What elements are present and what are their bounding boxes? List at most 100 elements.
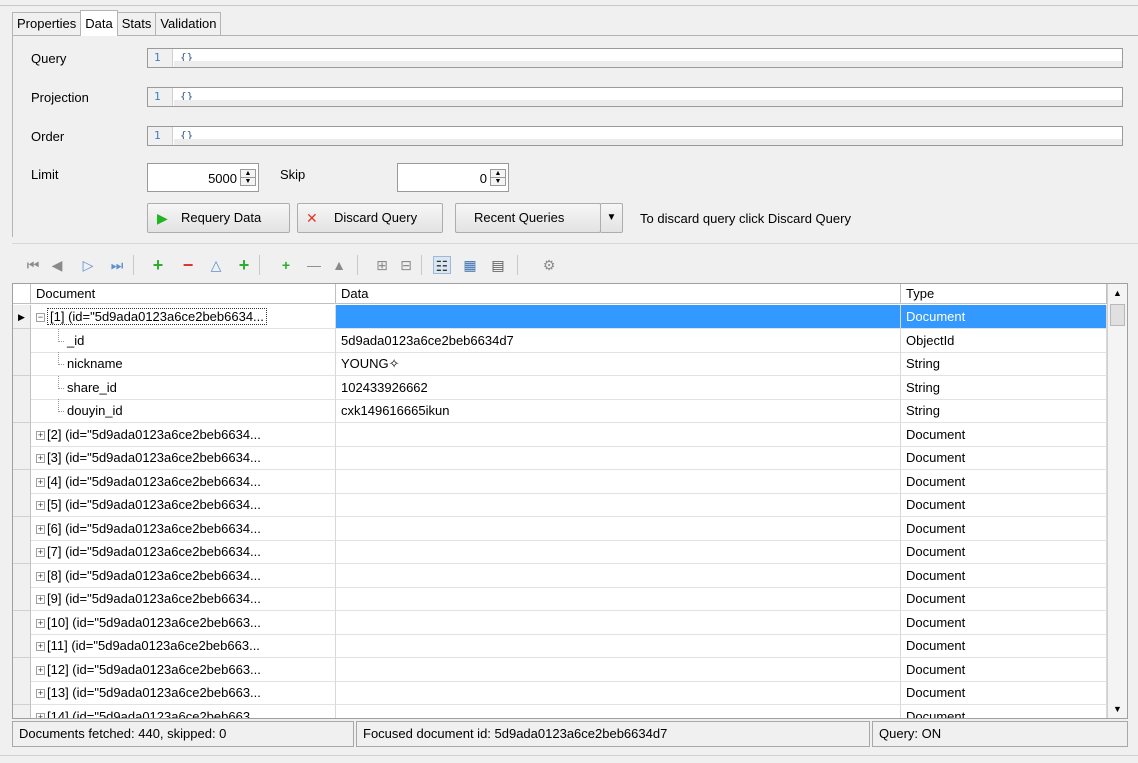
cell-data[interactable]	[336, 540, 901, 564]
expand-icon[interactable]: +	[36, 501, 45, 511]
cell-document[interactable]: + [7] (id="5d9ada0123a6ce2beb6634...	[31, 540, 336, 564]
table-row[interactable]: + [3] (id="5d9ada0123a6ce2beb6634... Docum…	[13, 446, 1107, 470]
remove-field-icon[interactable]: —	[305, 256, 323, 274]
table-row[interactable]: + [12] (id="5d9ada0123a6ce2beb663... Docum…	[13, 657, 1107, 682]
last-record-icon[interactable]: ⏭	[108, 256, 126, 274]
cell-document[interactable]: + [8] (id="5d9ada0123a6ce2beb6634...	[31, 563, 336, 588]
cell-data[interactable]	[336, 681, 901, 705]
editor-scrollbar[interactable]	[174, 139, 1122, 145]
row-indicator[interactable]	[13, 446, 31, 470]
editor-scrollbar[interactable]	[174, 61, 1122, 67]
cell-data[interactable]: cxk149616665ikun	[336, 399, 901, 423]
cell-data[interactable]	[336, 446, 901, 470]
cell-data[interactable]	[336, 422, 901, 447]
expand-icon[interactable]: +	[36, 571, 45, 581]
requery-data-button[interactable]: ▶ Requery Data	[147, 203, 290, 233]
expand-icon[interactable]: +	[36, 477, 45, 487]
cell-document[interactable]: + [10] (id="5d9ada0123a6ce2beb663...	[31, 610, 336, 635]
table-row[interactable]: + [2] (id="5d9ada0123a6ce2beb6634... Docum…	[13, 422, 1107, 447]
cell-type[interactable]: Document	[901, 469, 1107, 494]
grid-vertical-scrollbar[interactable]: ▲ ▼	[1107, 284, 1127, 718]
projection-editor[interactable]: 1 {}	[147, 87, 1123, 107]
row-indicator[interactable]	[13, 352, 31, 376]
cell-document[interactable]: + [13] (id="5d9ada0123a6ce2beb663...	[31, 681, 336, 705]
cell-data[interactable]	[336, 587, 901, 611]
table-row[interactable]: + [8] (id="5d9ada0123a6ce2beb6634... Docum…	[13, 563, 1107, 588]
cell-data[interactable]: YOUNG✧	[336, 352, 901, 376]
row-indicator[interactable]	[13, 657, 31, 682]
cell-type[interactable]: Document	[901, 516, 1107, 541]
cell-document[interactable]: douyin_id	[31, 399, 336, 423]
discard-query-button[interactable]: ✕ Discard Query	[297, 203, 443, 233]
cell-data[interactable]: 5d9ada0123a6ce2beb6634d7	[336, 328, 901, 353]
recent-queries-button[interactable]: Recent Queries	[455, 203, 601, 233]
cell-document[interactable]: + [11] (id="5d9ada0123a6ce2beb663...	[31, 634, 336, 658]
cell-type[interactable]: ObjectId	[901, 328, 1107, 353]
cell-type[interactable]: String	[901, 375, 1107, 400]
row-indicator[interactable]	[13, 375, 31, 400]
limit-stepper[interactable]: ▲ ▼	[240, 169, 256, 186]
table-row[interactable]: + [13] (id="5d9ada0123a6ce2beb663... Docum…	[13, 681, 1107, 705]
scrollbar-thumb[interactable]	[1110, 304, 1125, 326]
expand-icon[interactable]: +	[36, 430, 45, 440]
cell-document[interactable]: + [4] (id="5d9ada0123a6ce2beb6634...	[31, 469, 336, 494]
table-view-icon[interactable]: ▦	[461, 256, 479, 274]
row-indicator[interactable]	[13, 540, 31, 564]
skip-spinbox[interactable]: 0 ▲ ▼	[397, 163, 509, 192]
row-indicator[interactable]	[13, 328, 31, 353]
cell-document[interactable]: share_id	[31, 375, 336, 400]
expand-icon[interactable]: +	[36, 618, 45, 628]
tree-view-icon[interactable]: ☷	[433, 256, 451, 274]
cell-document[interactable]: − [1] (id="5d9ada0123a6ce2beb6634...	[31, 305, 336, 329]
cell-type[interactable]: String	[901, 399, 1107, 423]
arrow-down-icon[interactable]: ▼	[241, 178, 255, 186]
add-document-icon[interactable]: +	[149, 256, 167, 274]
table-row[interactable]: + [10] (id="5d9ada0123a6ce2beb663... Docum…	[13, 610, 1107, 635]
cell-data[interactable]: 102433926662	[336, 375, 901, 400]
column-header-document[interactable]: Document	[31, 284, 336, 304]
expand-icon[interactable]: +	[36, 548, 45, 558]
cell-type[interactable]: Document	[901, 704, 1107, 718]
cell-type[interactable]: Document	[901, 422, 1107, 447]
table-row[interactable]: douyin_id cxk149616665ikun String	[13, 399, 1107, 423]
cell-document[interactable]: + [3] (id="5d9ada0123a6ce2beb6634...	[31, 446, 336, 470]
cell-data[interactable]	[336, 493, 901, 517]
table-row[interactable]: ▶ − [1] (id="5d9ada0123a6ce2beb6634... Docu…	[13, 305, 1107, 329]
first-record-icon[interactable]: ⏮	[24, 256, 42, 274]
column-header-data[interactable]: Data	[336, 284, 901, 304]
tab-validation[interactable]: Validation	[155, 12, 222, 36]
row-indicator[interactable]	[13, 469, 31, 494]
column-header-type[interactable]: Type	[901, 284, 1107, 304]
row-indicator[interactable]	[13, 422, 31, 447]
expand-icon[interactable]: +	[36, 595, 45, 605]
table-row[interactable]: nickname YOUNG✧ String	[13, 352, 1107, 376]
row-indicator[interactable]	[13, 399, 31, 423]
table-row[interactable]: + [11] (id="5d9ada0123a6ce2beb663... Docum…	[13, 634, 1107, 658]
cell-type[interactable]: Document	[901, 563, 1107, 588]
scroll-down-icon[interactable]: ▼	[1108, 700, 1127, 718]
arrow-down-icon[interactable]: ▼	[491, 178, 505, 186]
collapse-icon[interactable]: −	[36, 313, 45, 323]
expand-icon[interactable]: +	[36, 454, 45, 464]
row-indicator[interactable]	[13, 634, 31, 658]
next-record-icon[interactable]: ▷	[79, 256, 97, 274]
cell-document[interactable]: nickname	[31, 352, 336, 376]
edit-document-icon[interactable]: △	[207, 256, 225, 274]
cell-type[interactable]: Document	[901, 681, 1107, 705]
tab-properties[interactable]: Properties	[12, 12, 82, 36]
cell-document[interactable]: + [5] (id="5d9ada0123a6ce2beb6634...	[31, 493, 336, 517]
cell-type[interactable]: Document	[901, 540, 1107, 564]
order-editor[interactable]: 1 {}	[147, 126, 1123, 146]
table-row[interactable]: + [14] (id="5d9ada0123a6ce2beb663... Docum…	[13, 704, 1107, 718]
row-indicator[interactable]	[13, 493, 31, 517]
cell-type[interactable]: Document	[901, 634, 1107, 658]
row-indicator[interactable]	[13, 563, 31, 588]
cell-type[interactable]: Document	[901, 657, 1107, 682]
query-editor[interactable]: 1 {}	[147, 48, 1123, 68]
cell-data[interactable]	[336, 657, 901, 682]
cell-type[interactable]: Document	[901, 493, 1107, 517]
row-indicator[interactable]	[13, 516, 31, 541]
cell-type[interactable]: Document	[901, 587, 1107, 611]
cell-data[interactable]	[336, 563, 901, 588]
cell-data[interactable]	[336, 704, 901, 718]
